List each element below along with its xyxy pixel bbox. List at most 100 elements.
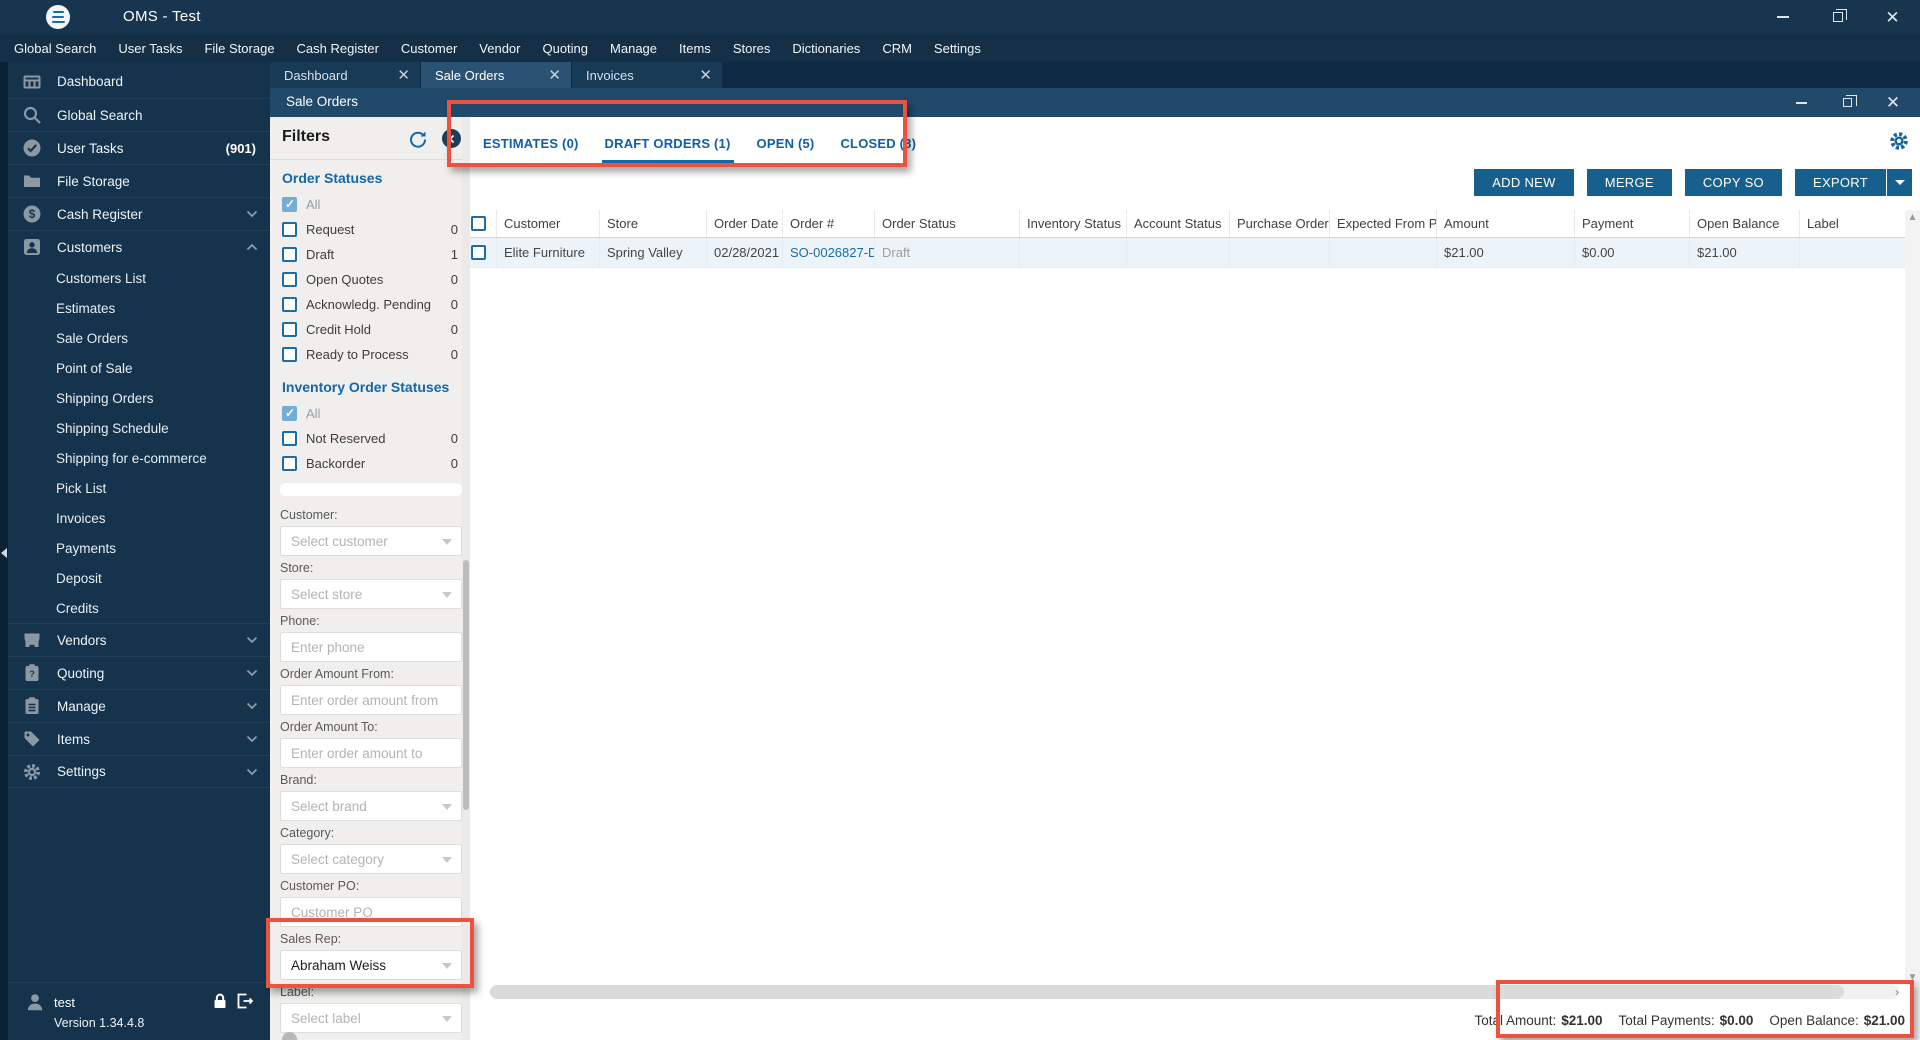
filter-inventory-all[interactable]: All xyxy=(270,401,470,426)
grid-horizontal-scrollbar[interactable]: › xyxy=(490,985,1900,999)
select-all-checkbox[interactable] xyxy=(470,210,497,237)
tab-invoices[interactable]: Invoices ✕ xyxy=(572,62,722,88)
menu-user-tasks[interactable]: User Tasks xyxy=(107,34,193,62)
label-select[interactable]: Select label xyxy=(280,1003,462,1033)
sidebar-item-global-search[interactable]: Global Search xyxy=(8,98,270,131)
menu-crm[interactable]: CRM xyxy=(871,34,923,62)
checkbox[interactable] xyxy=(282,431,297,446)
grid-vertical-scrollbar[interactable]: ▲ ▼ xyxy=(1905,210,1920,985)
column-header[interactable]: Account Status xyxy=(1127,210,1230,237)
sidebar-item-shipping-orders[interactable]: Shipping Orders xyxy=(8,383,270,413)
close-icon[interactable]: ✕ xyxy=(540,68,561,83)
column-header[interactable]: Expected From PO xyxy=(1330,210,1437,237)
checkbox[interactable] xyxy=(282,322,297,337)
menu-quoting[interactable]: Quoting xyxy=(531,34,599,62)
sidebar-item-payments[interactable]: Payments xyxy=(8,533,270,563)
panel-close-button[interactable]: ✕ xyxy=(1870,88,1916,117)
sidebar-item-invoices[interactable]: Invoices xyxy=(8,503,270,533)
sidebar-item-shipping-schedule[interactable]: Shipping Schedule xyxy=(8,413,270,443)
merge-button[interactable]: MERGE xyxy=(1586,169,1672,196)
column-header[interactable]: Amount xyxy=(1437,210,1575,237)
export-dropdown-button[interactable] xyxy=(1886,169,1912,196)
column-header[interactable]: Store xyxy=(600,210,707,237)
sidebar-item-cash-register[interactable]: $ Cash Register xyxy=(8,197,270,230)
close-button[interactable]: ✕ xyxy=(1865,0,1920,34)
filters-horizontal-scrollbar[interactable] xyxy=(280,483,462,496)
tab-dashboard[interactable]: Dashboard ✕ xyxy=(270,62,420,88)
checkbox[interactable] xyxy=(282,272,297,287)
order-amount-from-input[interactable]: Enter order amount from xyxy=(280,685,462,715)
menu-cash-register[interactable]: Cash Register xyxy=(286,34,390,62)
sidebar-item-point-of-sale[interactable]: Point of Sale xyxy=(8,353,270,383)
sidebar-item-quoting[interactable]: ? Quoting xyxy=(8,656,270,689)
tab-closed[interactable]: CLOSED (8) xyxy=(837,136,919,160)
menu-stores[interactable]: Stores xyxy=(722,34,782,62)
menu-global-search[interactable]: Global Search xyxy=(3,34,107,62)
sidebar-item-items[interactable]: Items xyxy=(8,722,270,755)
row-checkbox[interactable] xyxy=(470,238,497,267)
sidebar-item-customers[interactable]: Customers xyxy=(8,230,270,263)
menu-customer[interactable]: Customer xyxy=(390,34,468,62)
checkbox[interactable] xyxy=(471,216,486,231)
customer-po-input[interactable]: Customer PO xyxy=(280,897,462,927)
tab-open[interactable]: OPEN (5) xyxy=(754,136,818,160)
checkbox[interactable] xyxy=(282,347,297,362)
copy-so-button[interactable]: COPY SO xyxy=(1684,169,1782,196)
close-icon[interactable]: ✕ xyxy=(389,68,410,83)
sidebar-item-deposit[interactable]: Deposit xyxy=(8,563,270,593)
filter-order-status-open-quotes[interactable]: Open Quotes 0 xyxy=(270,267,470,292)
checkbox[interactable] xyxy=(471,245,486,260)
order-number-link[interactable]: SO-0026827-D xyxy=(783,238,875,267)
checkbox[interactable] xyxy=(282,297,297,312)
export-button[interactable]: EXPORT xyxy=(1794,169,1886,196)
filter-order-status-all[interactable]: All xyxy=(270,192,470,217)
checkbox-checked[interactable] xyxy=(282,197,297,212)
filter-order-status-draft[interactable]: Draft 1 xyxy=(270,242,470,267)
checkbox[interactable] xyxy=(282,247,297,262)
sidebar-item-manage[interactable]: Manage xyxy=(8,689,270,722)
store-select[interactable]: Select store xyxy=(280,579,462,609)
refresh-icon[interactable] xyxy=(408,129,428,149)
collapse-filters-icon[interactable] xyxy=(442,129,461,148)
minimize-button[interactable] xyxy=(1755,0,1810,34)
sidebar-item-credits[interactable]: Credits xyxy=(8,593,270,623)
category-select[interactable]: Select category xyxy=(280,844,462,874)
column-header[interactable]: Order Date xyxy=(707,210,783,237)
filter-order-status-acknowledg-pending[interactable]: Acknowledg. Pending 0 xyxy=(270,292,470,317)
grid-settings-gear-icon[interactable] xyxy=(1888,130,1910,152)
customer-select[interactable]: Select customer xyxy=(280,526,462,556)
menu-dictionaries[interactable]: Dictionaries xyxy=(781,34,871,62)
close-icon[interactable]: ✕ xyxy=(691,68,712,83)
logout-icon[interactable] xyxy=(234,991,254,1011)
filter-inventory-not-reserved[interactable]: Not Reserved 0 xyxy=(270,426,470,451)
column-header[interactable]: Order Status xyxy=(875,210,1020,237)
sidebar-item-user-tasks[interactable]: User Tasks (901) xyxy=(8,131,270,164)
sidebar-item-vendors[interactable]: Vendors xyxy=(8,623,270,656)
sidebar-item-file-storage[interactable]: File Storage xyxy=(8,164,270,197)
order-amount-to-input[interactable]: Enter order amount to xyxy=(280,738,462,768)
brand-select[interactable]: Select brand xyxy=(280,791,462,821)
column-header[interactable]: Inventory Status xyxy=(1020,210,1127,237)
sales-rep-select[interactable]: Abraham Weiss xyxy=(280,950,462,980)
sidebar-item-settings[interactable]: Settings xyxy=(8,755,270,788)
checkbox-checked[interactable] xyxy=(282,406,297,421)
checkbox[interactable] xyxy=(282,456,297,471)
column-header[interactable]: Open Balance xyxy=(1690,210,1800,237)
lock-icon[interactable] xyxy=(210,991,230,1011)
add-new-button[interactable]: ADD NEW xyxy=(1474,169,1574,196)
tab-draft-orders[interactable]: DRAFT ORDERS (1) xyxy=(601,136,734,163)
panel-minimize-button[interactable] xyxy=(1778,88,1824,117)
tab-estimates[interactable]: ESTIMATES (0) xyxy=(480,136,582,160)
sidebar-item-dashboard[interactable]: Dashboard xyxy=(8,65,270,98)
filters-vertical-scrollbar[interactable] xyxy=(462,117,470,1040)
column-header[interactable]: Order # xyxy=(783,210,875,237)
menu-settings[interactable]: Settings xyxy=(923,34,992,62)
menu-items[interactable]: Items xyxy=(668,34,722,62)
column-header[interactable]: Customer xyxy=(497,210,600,237)
column-header[interactable]: Payment xyxy=(1575,210,1690,237)
panel-restore-button[interactable] xyxy=(1824,88,1870,117)
phone-input[interactable]: Enter phone xyxy=(280,632,462,662)
checkbox[interactable] xyxy=(282,222,297,237)
sidebar-collapse-icon[interactable] xyxy=(1,548,7,558)
sidebar-item-customers-list[interactable]: Customers List xyxy=(8,263,270,293)
